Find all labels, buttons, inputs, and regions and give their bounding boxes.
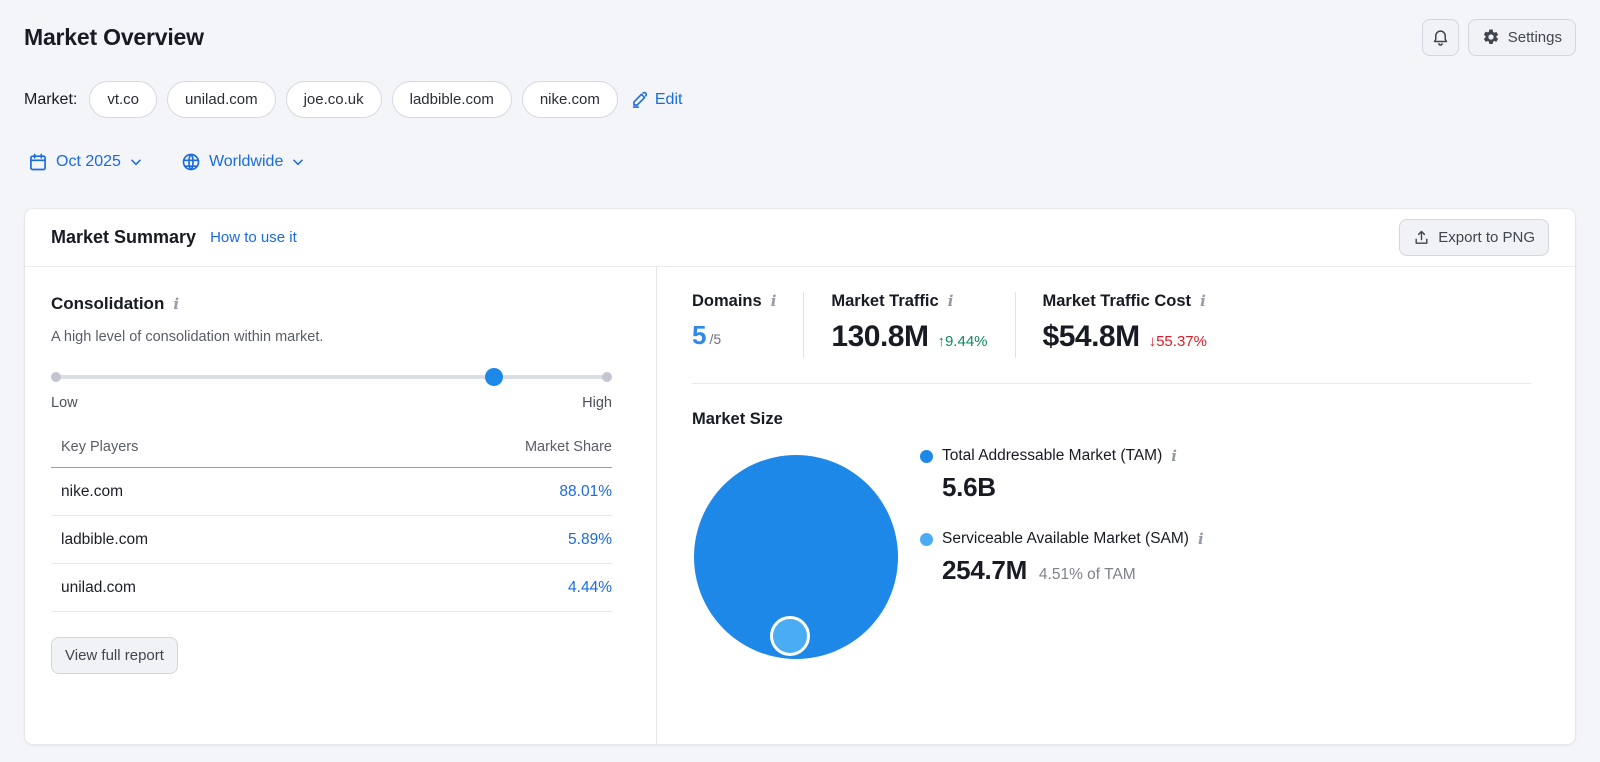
market-metrics-section: Domains i 5 /5 Market Traffic i 130.8M ↑… [657,267,1575,744]
view-full-report-label: View full report [65,647,164,664]
market-share-header: Market Share [524,439,612,455]
consolidation-title: Consolidation [51,294,165,313]
header-actions: Settings [1421,18,1576,56]
export-png-button[interactable]: Export to PNG [1399,219,1549,256]
globe-icon [181,152,201,172]
region-filter-label: Worldwide [208,153,284,170]
player-domain: nike.com [61,482,124,500]
market-size-legend: Total Addressable Market (TAM) i 5.6B Se… [920,439,1204,671]
market-size-title: Market Size [692,410,783,428]
chevron-down-icon [291,155,305,169]
market-traffic-cost-value: $54.8M [1042,320,1141,353]
divider [1014,292,1016,358]
info-icon[interactable]: i [948,294,954,309]
settings-button[interactable]: Settings [1467,18,1576,56]
tam-legend-block: Total Addressable Market (TAM) i 5.6B [920,447,1204,503]
market-chip: joe.co.uk [285,81,382,118]
domains-total: /5 [709,331,722,347]
info-icon[interactable]: i [1171,448,1177,464]
page-title: Market Overview [24,23,204,50]
domains-label: Domains [692,292,762,310]
slider-track [51,375,612,379]
market-summary-card: Market Summary How to use it Export to P… [24,208,1576,745]
pencil-icon [630,90,649,109]
export-icon [1413,229,1430,246]
key-players-table: Key Players Market Share nike.com 88.01%… [51,439,612,612]
table-row: ladbible.com 5.89% [51,516,612,564]
bell-icon [1431,28,1450,47]
how-to-use-link[interactable]: How to use it [210,229,297,246]
metric-domains: Domains i 5 /5 [692,292,776,351]
market-traffic-cost-label: Market Traffic Cost [1042,292,1192,310]
market-traffic-change: ↑9.44% [937,333,988,350]
card-title: Market Summary [51,227,197,247]
bubble-chart [692,439,920,671]
key-players-header: Key Players [61,439,139,455]
domains-value: 5 [692,320,707,350]
consolidation-section: Consolidation i A high level of consolid… [25,267,657,744]
region-filter[interactable]: Worldwide [181,152,305,172]
sam-bubble [770,616,810,656]
info-icon[interactable]: i [1200,294,1206,309]
market-traffic-value: 130.8M [831,320,929,353]
view-full-report-button[interactable]: View full report [51,637,178,674]
gear-icon [1482,28,1500,46]
market-traffic-label: Market Traffic [831,292,939,310]
player-share-link[interactable]: 88.01% [559,483,612,501]
market-label: Market: [24,90,78,108]
info-icon[interactable]: i [1198,531,1204,547]
market-chip: unilad.com [167,81,276,118]
table-row: nike.com 88.01% [51,468,612,516]
date-filter-label: Oct 2025 [56,153,121,170]
sam-label: Serviceable Available Market (SAM) [942,530,1189,547]
filters-row: Oct 2025 Worldwide [24,152,1576,172]
slider-low-label: Low [51,395,78,411]
edit-link-label: Edit [654,90,683,108]
slider-end-high [602,372,612,382]
slider-high-label: High [582,395,612,411]
consolidation-description: A high level of consolidation within mar… [51,329,324,345]
info-icon[interactable]: i [173,296,179,312]
card-header: Market Summary How to use it Export to P… [25,209,1575,267]
player-share-link[interactable]: 5.89% [568,531,612,549]
player-share-link[interactable]: 4.44% [568,579,612,597]
market-definition-row: Market: vt.co unilad.com joe.co.uk ladbi… [24,81,1576,118]
market-chip: vt.co [89,81,158,118]
calendar-icon [28,152,48,172]
market-size-chart: Total Addressable Market (TAM) i 5.6B Se… [692,439,1531,671]
player-domain: ladbible.com [61,530,149,548]
consolidation-slider [51,368,612,386]
tam-dot-icon [920,449,933,463]
tam-label: Total Addressable Market (TAM) [942,447,1163,464]
chevron-down-icon [129,155,143,169]
table-row: unilad.com 4.44% [51,564,612,612]
sam-value: 254.7M [942,555,1027,585]
tam-value: 5.6B [942,472,996,502]
date-filter[interactable]: Oct 2025 [28,152,143,172]
card-body: Consolidation i A high level of consolid… [25,267,1575,744]
player-domain: unilad.com [61,578,136,596]
market-traffic-cost-change: ↓55.37% [1148,333,1207,350]
notifications-button[interactable] [1421,18,1459,56]
market-chip: ladbible.com [391,81,512,118]
consolidation-slider-handle [485,368,504,386]
market-overview-page: Market Overview Settings Market: vt.co u… [0,0,1600,745]
info-icon[interactable]: i [771,294,777,309]
slider-end-low [51,372,61,382]
sam-dot-icon [920,532,933,546]
sam-percent-of-tam: 4.51% of TAM [1038,566,1136,583]
divider [803,292,805,358]
settings-button-label: Settings [1507,28,1562,46]
edit-market-link[interactable]: Edit [630,90,683,109]
page-header: Market Overview Settings [24,18,1576,56]
export-png-label: Export to PNG [1438,229,1535,246]
metric-market-traffic: Market Traffic i 130.8M ↑9.44% [831,292,987,354]
market-chip: nike.com [521,81,618,118]
sam-legend-block: Serviceable Available Market (SAM) i 254… [920,530,1204,586]
metrics-row: Domains i 5 /5 Market Traffic i 130.8M ↑… [692,292,1531,384]
metric-market-traffic-cost: Market Traffic Cost i $54.8M ↓55.37% [1043,292,1207,354]
